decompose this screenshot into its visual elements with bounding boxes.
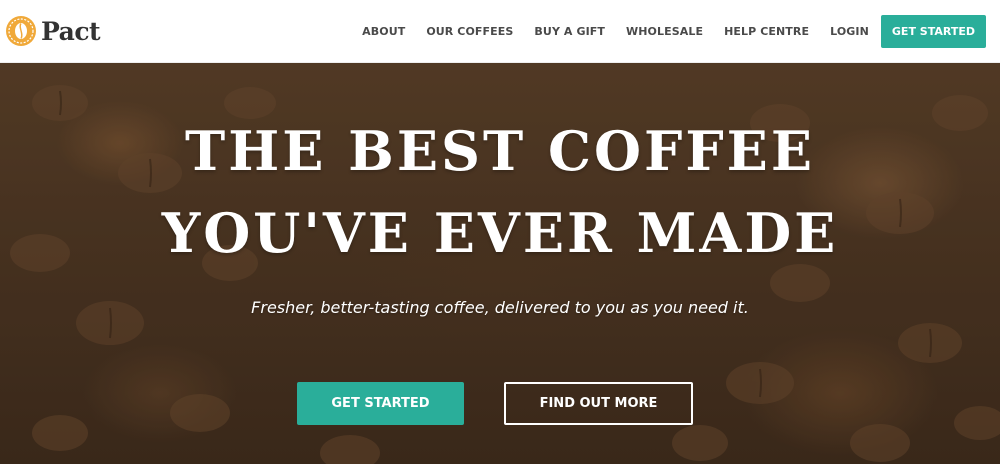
pact-logo[interactable]: Pact [5, 14, 101, 48]
coffee-bean-badge-icon [6, 16, 36, 46]
get-started-button[interactable]: GET STARTED [297, 382, 464, 425]
nav-link-about[interactable]: ABOUT [362, 25, 405, 38]
nav-link-buy-a-gift[interactable]: BUY A GIFT [534, 25, 605, 38]
hero-headline-line2: YOU'VE EVER MADE [161, 201, 839, 265]
top-navigation-bar: Pact ABOUT OUR COFFEES BUY A GIFT WHOLES… [0, 0, 1000, 63]
nav-link-login[interactable]: LOGIN [830, 25, 869, 38]
nav-link-our-coffees[interactable]: OUR COFFEES [426, 25, 513, 38]
hero-headline-line1: THE BEST COFFEE [185, 119, 815, 183]
hero-subtitle: Fresher, better-tasting coffee, delivere… [251, 298, 749, 317]
find-out-more-button[interactable]: FIND OUT MORE [504, 382, 693, 425]
brand-name: Pact [41, 16, 101, 46]
nav-link-help-centre[interactable]: HELP CENTRE [724, 25, 809, 38]
nav-get-started-button[interactable]: GET STARTED [880, 14, 986, 48]
nav-links: ABOUT OUR COFFEES BUY A GIFT WHOLESALE H… [362, 14, 986, 48]
nav-link-wholesale[interactable]: WHOLESALE [626, 25, 703, 38]
hero-section: THE BEST COFFEE YOU'VE EVER MADE Fresher… [0, 63, 1000, 464]
